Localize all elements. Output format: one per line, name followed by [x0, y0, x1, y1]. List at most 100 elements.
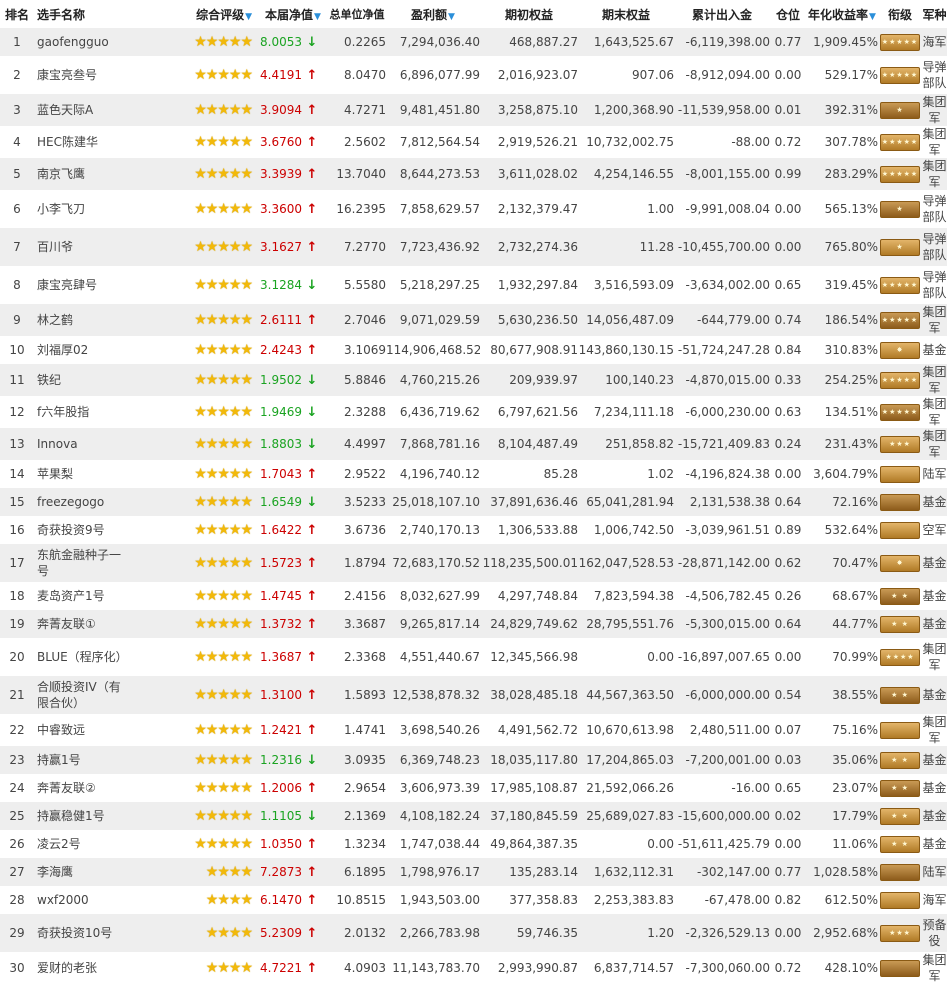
- player-name-link[interactable]: 东航金融种子一号: [34, 544, 132, 582]
- table-row[interactable]: 20 BLUE（程序化） ★★★★★ 1.3687 ↑ 2.3368 4,551,440.…: [0, 638, 947, 676]
- table-row[interactable]: 29 奇获投资10号 ★★★★ 5.2309 ↑ 2.0132 2,266,783.98 5…: [0, 914, 947, 952]
- sort-down-icon[interactable]: ▼: [869, 12, 876, 22]
- start-equity-cell: 12,345,566.98: [490, 650, 578, 664]
- table-row[interactable]: 1 gaofengguo ★★★★★ 8.0053 ↓ 0.2265 7,294,036.…: [0, 28, 947, 56]
- table-row[interactable]: 16 奇获投资9号 ★★★★★ 1.6422 ↑ 3.6736 2,740,170.13 1…: [0, 516, 947, 544]
- player-name-link[interactable]: 蓝色天际A: [34, 94, 132, 126]
- position-cell: 0.72: [774, 135, 802, 149]
- player-name-link[interactable]: 林之鹤: [34, 304, 132, 336]
- table-row[interactable]: 19 奔菁友联① ★★★★★ 1.3732 ↑ 3.3687 9,265,817.14 24…: [0, 610, 947, 638]
- star-icon: ★: [205, 342, 219, 358]
- player-name-link[interactable]: gaofengguo: [34, 28, 132, 56]
- player-name-link[interactable]: freezegogo: [34, 488, 132, 516]
- rank-cell: 18: [9, 589, 25, 603]
- col-cum-inout[interactable]: 累计出入金: [674, 0, 770, 28]
- table-row[interactable]: 27 李海鹰 ★★★★ 7.2873 ↑ 6.1895 1,798,976.17 135,2…: [0, 858, 947, 886]
- star-icon: ★: [228, 404, 242, 420]
- total-nav-cell: 0.2265: [344, 35, 386, 49]
- sort-down-icon[interactable]: ▼: [245, 12, 252, 22]
- cum-inout-cell: -4,506,782.45: [685, 589, 771, 603]
- annual-return-cell: 17.79%: [832, 809, 878, 823]
- player-name-link[interactable]: f六年股指: [34, 396, 132, 428]
- player-name-link[interactable]: 中睿致远: [34, 714, 132, 746]
- player-name-link[interactable]: 合顺投资IV（有限合伙）: [34, 676, 132, 714]
- player-name-link[interactable]: 康宝亮肆号: [34, 266, 132, 304]
- player-name-link[interactable]: 凌云2号: [34, 830, 132, 858]
- table-row[interactable]: 28 wxf2000 ★★★★ 6.1470 ↑ 10.8515 1,943,503.00…: [0, 886, 947, 914]
- end-equity-cell: 14,056,487.09: [586, 313, 674, 327]
- player-name-link[interactable]: 苹果梨: [34, 460, 132, 488]
- table-row[interactable]: 25 持赢稳健1号 ★★★★★ 1.1105 ↓ 2.1369 4,108,182.24 3…: [0, 802, 947, 830]
- table-row[interactable]: 6 小李飞刀 ★★★★★ 3.3600 ↑ 16.2395 7,858,629.57 2,1…: [0, 190, 947, 228]
- col-profit[interactable]: 盈利额▼: [386, 0, 480, 28]
- table-row[interactable]: 22 中睿致远 ★★★★★ 1.2421 ↑ 1.4741 3,698,540.26 4,4…: [0, 714, 947, 746]
- player-name-link[interactable]: 百川爷: [34, 228, 132, 266]
- player-name-link[interactable]: 奇获投资9号: [34, 516, 132, 544]
- table-row[interactable]: 30 爱财的老张 ★★★★ 4.7221 ↑ 4.0903 11,143,783.70 2,…: [0, 952, 947, 984]
- col-grade[interactable]: 衔级: [878, 0, 922, 28]
- table-row[interactable]: 7 百川爷 ★★★★★ 3.1627 ↑ 7.2770 7,723,436.92 2,732…: [0, 228, 947, 266]
- table-row[interactable]: 24 奔菁友联② ★★★★★ 1.2006 ↑ 2.9654 3,606,973.39 17…: [0, 774, 947, 802]
- player-name-link[interactable]: BLUE（程序化）: [34, 638, 132, 676]
- player-name-link[interactable]: 刘福厚02: [34, 336, 132, 364]
- table-row[interactable]: 3 蓝色天际A ★★★★★ 3.9094 ↑ 4.7271 9,481,451.80 3,2…: [0, 94, 947, 126]
- col-name[interactable]: 选手名称: [34, 0, 132, 28]
- player-name-link[interactable]: HEC陈建华: [34, 126, 132, 158]
- player-name-link[interactable]: 小李飞刀: [34, 190, 132, 228]
- player-name-link[interactable]: 持赢1号: [34, 746, 132, 774]
- arrow-down-icon: ↓: [302, 372, 318, 388]
- table-row[interactable]: 9 林之鹤 ★★★★★ 2.6111 ↑ 2.7046 9,071,029.59 5,630…: [0, 304, 947, 336]
- col-rank[interactable]: 排名: [0, 0, 34, 28]
- sort-down-icon[interactable]: ▼: [448, 12, 455, 22]
- army-cell: 集团军: [922, 429, 947, 459]
- table-row[interactable]: 23 持赢1号 ★★★★★ 1.2316 ↓ 3.0935 6,369,748.23 18,…: [0, 746, 947, 774]
- table-row[interactable]: 10 刘福厚02 ★★★★★ 2.4243 ↑ 3.1069 114,906,468.52…: [0, 336, 947, 364]
- col-nav[interactable]: 本届净值▼: [258, 0, 328, 28]
- table-row[interactable]: 4 HEC陈建华 ★★★★★ 3.6760 ↑ 2.5602 7,812,564.54 2,…: [0, 126, 947, 158]
- arrow-up-icon: ↑: [302, 522, 318, 538]
- star-icon: ★: [217, 34, 230, 50]
- table-row[interactable]: 11 铁纪 ★★★★★ 1.9502 ↓ 5.8846 4,760,215.26 209,9…: [0, 364, 947, 396]
- player-name-link[interactable]: 奔菁友联①: [34, 610, 132, 638]
- col-start-equity[interactable]: 期初权益: [480, 0, 578, 28]
- player-name-link[interactable]: 爱财的老张: [34, 952, 132, 984]
- player-name-link[interactable]: 奔菁友联②: [34, 774, 132, 802]
- player-name-link[interactable]: 南京飞鹰: [34, 158, 132, 190]
- table-row[interactable]: 5 南京飞鹰 ★★★★★ 3.3939 ↑ 13.7040 8,644,273.53 3,6…: [0, 158, 947, 190]
- player-name-link[interactable]: 康宝亮叁号: [34, 56, 132, 94]
- table-row[interactable]: 18 麦岛资产1号 ★★★★★ 1.4745 ↑ 2.4156 8,032,627.99 4…: [0, 582, 947, 610]
- col-army[interactable]: 军种: [922, 0, 947, 28]
- rank-insignia-icon: ★ ★: [880, 779, 920, 797]
- table-row[interactable]: 2 康宝亮叁号 ★★★★★ 4.4191 ↑ 8.0470 6,896,077.99 2,0…: [0, 56, 947, 94]
- annual-return-cell: 38.55%: [832, 688, 878, 702]
- table-row[interactable]: 26 凌云2号 ★★★★★ 1.0350 ↑ 1.3234 1,747,038.44 49,…: [0, 830, 947, 858]
- player-name-link[interactable]: 李海鹰: [34, 858, 132, 886]
- table-row[interactable]: 8 康宝亮肆号 ★★★★★ 3.1284 ↓ 5.5580 5,218,297.25 1,9…: [0, 266, 947, 304]
- player-name-link[interactable]: 铁纪: [34, 364, 132, 396]
- total-nav-cell: 2.3288: [344, 405, 386, 419]
- player-name-link[interactable]: Innova: [34, 428, 132, 460]
- rank-insignia-icon: ★ ★: [880, 686, 920, 704]
- table-row[interactable]: 13 Innova ★★★★★ 1.8803 ↓ 4.4997 7,868,781.16 8…: [0, 428, 947, 460]
- table-row[interactable]: 14 苹果梨 ★★★★★ 1.7043 ↑ 2.9522 4,196,740.12 85.2…: [0, 460, 947, 488]
- player-name-link[interactable]: 麦岛资产1号: [34, 582, 132, 610]
- total-nav-cell: 3.1069: [344, 343, 386, 357]
- player-name-link[interactable]: 持赢稳健1号: [34, 802, 132, 830]
- player-name-link[interactable]: 奇获投资10号: [34, 914, 132, 952]
- col-rating[interactable]: 综合评级▼: [132, 0, 258, 28]
- grade-cell: ★★★★★: [878, 56, 922, 94]
- sort-down-icon[interactable]: ▼: [314, 12, 321, 22]
- col-total-nav[interactable]: 总单位净值: [328, 0, 386, 28]
- col-annual[interactable]: 年化收益率▼: [806, 0, 878, 28]
- table-row[interactable]: 12 f六年股指 ★★★★★ 1.9469 ↓ 2.3288 6,436,719.62 6,…: [0, 396, 947, 428]
- start-equity-cell: 209,939.97: [509, 373, 578, 387]
- table-row[interactable]: 17 东航金融种子一号 ★★★★★ 1.5723 ↑ 1.8794 72,683,170.…: [0, 544, 947, 582]
- col-end-equity[interactable]: 期末权益: [578, 0, 674, 28]
- grade-cell: ★★★★★: [878, 304, 922, 336]
- player-name-link[interactable]: wxf2000: [34, 886, 132, 914]
- table-row[interactable]: 15 freezegogo ★★★★★ 1.6549 ↓ 3.5233 25,018,10…: [0, 488, 947, 516]
- star-icon: ★: [217, 404, 230, 420]
- rating-cell: ★★★★★: [132, 802, 258, 830]
- table-row[interactable]: 21 合顺投资IV（有限合伙） ★★★★★ 1.3100 ↑ 1.5893 12,538,…: [0, 676, 947, 714]
- col-position[interactable]: 仓位: [770, 0, 806, 28]
